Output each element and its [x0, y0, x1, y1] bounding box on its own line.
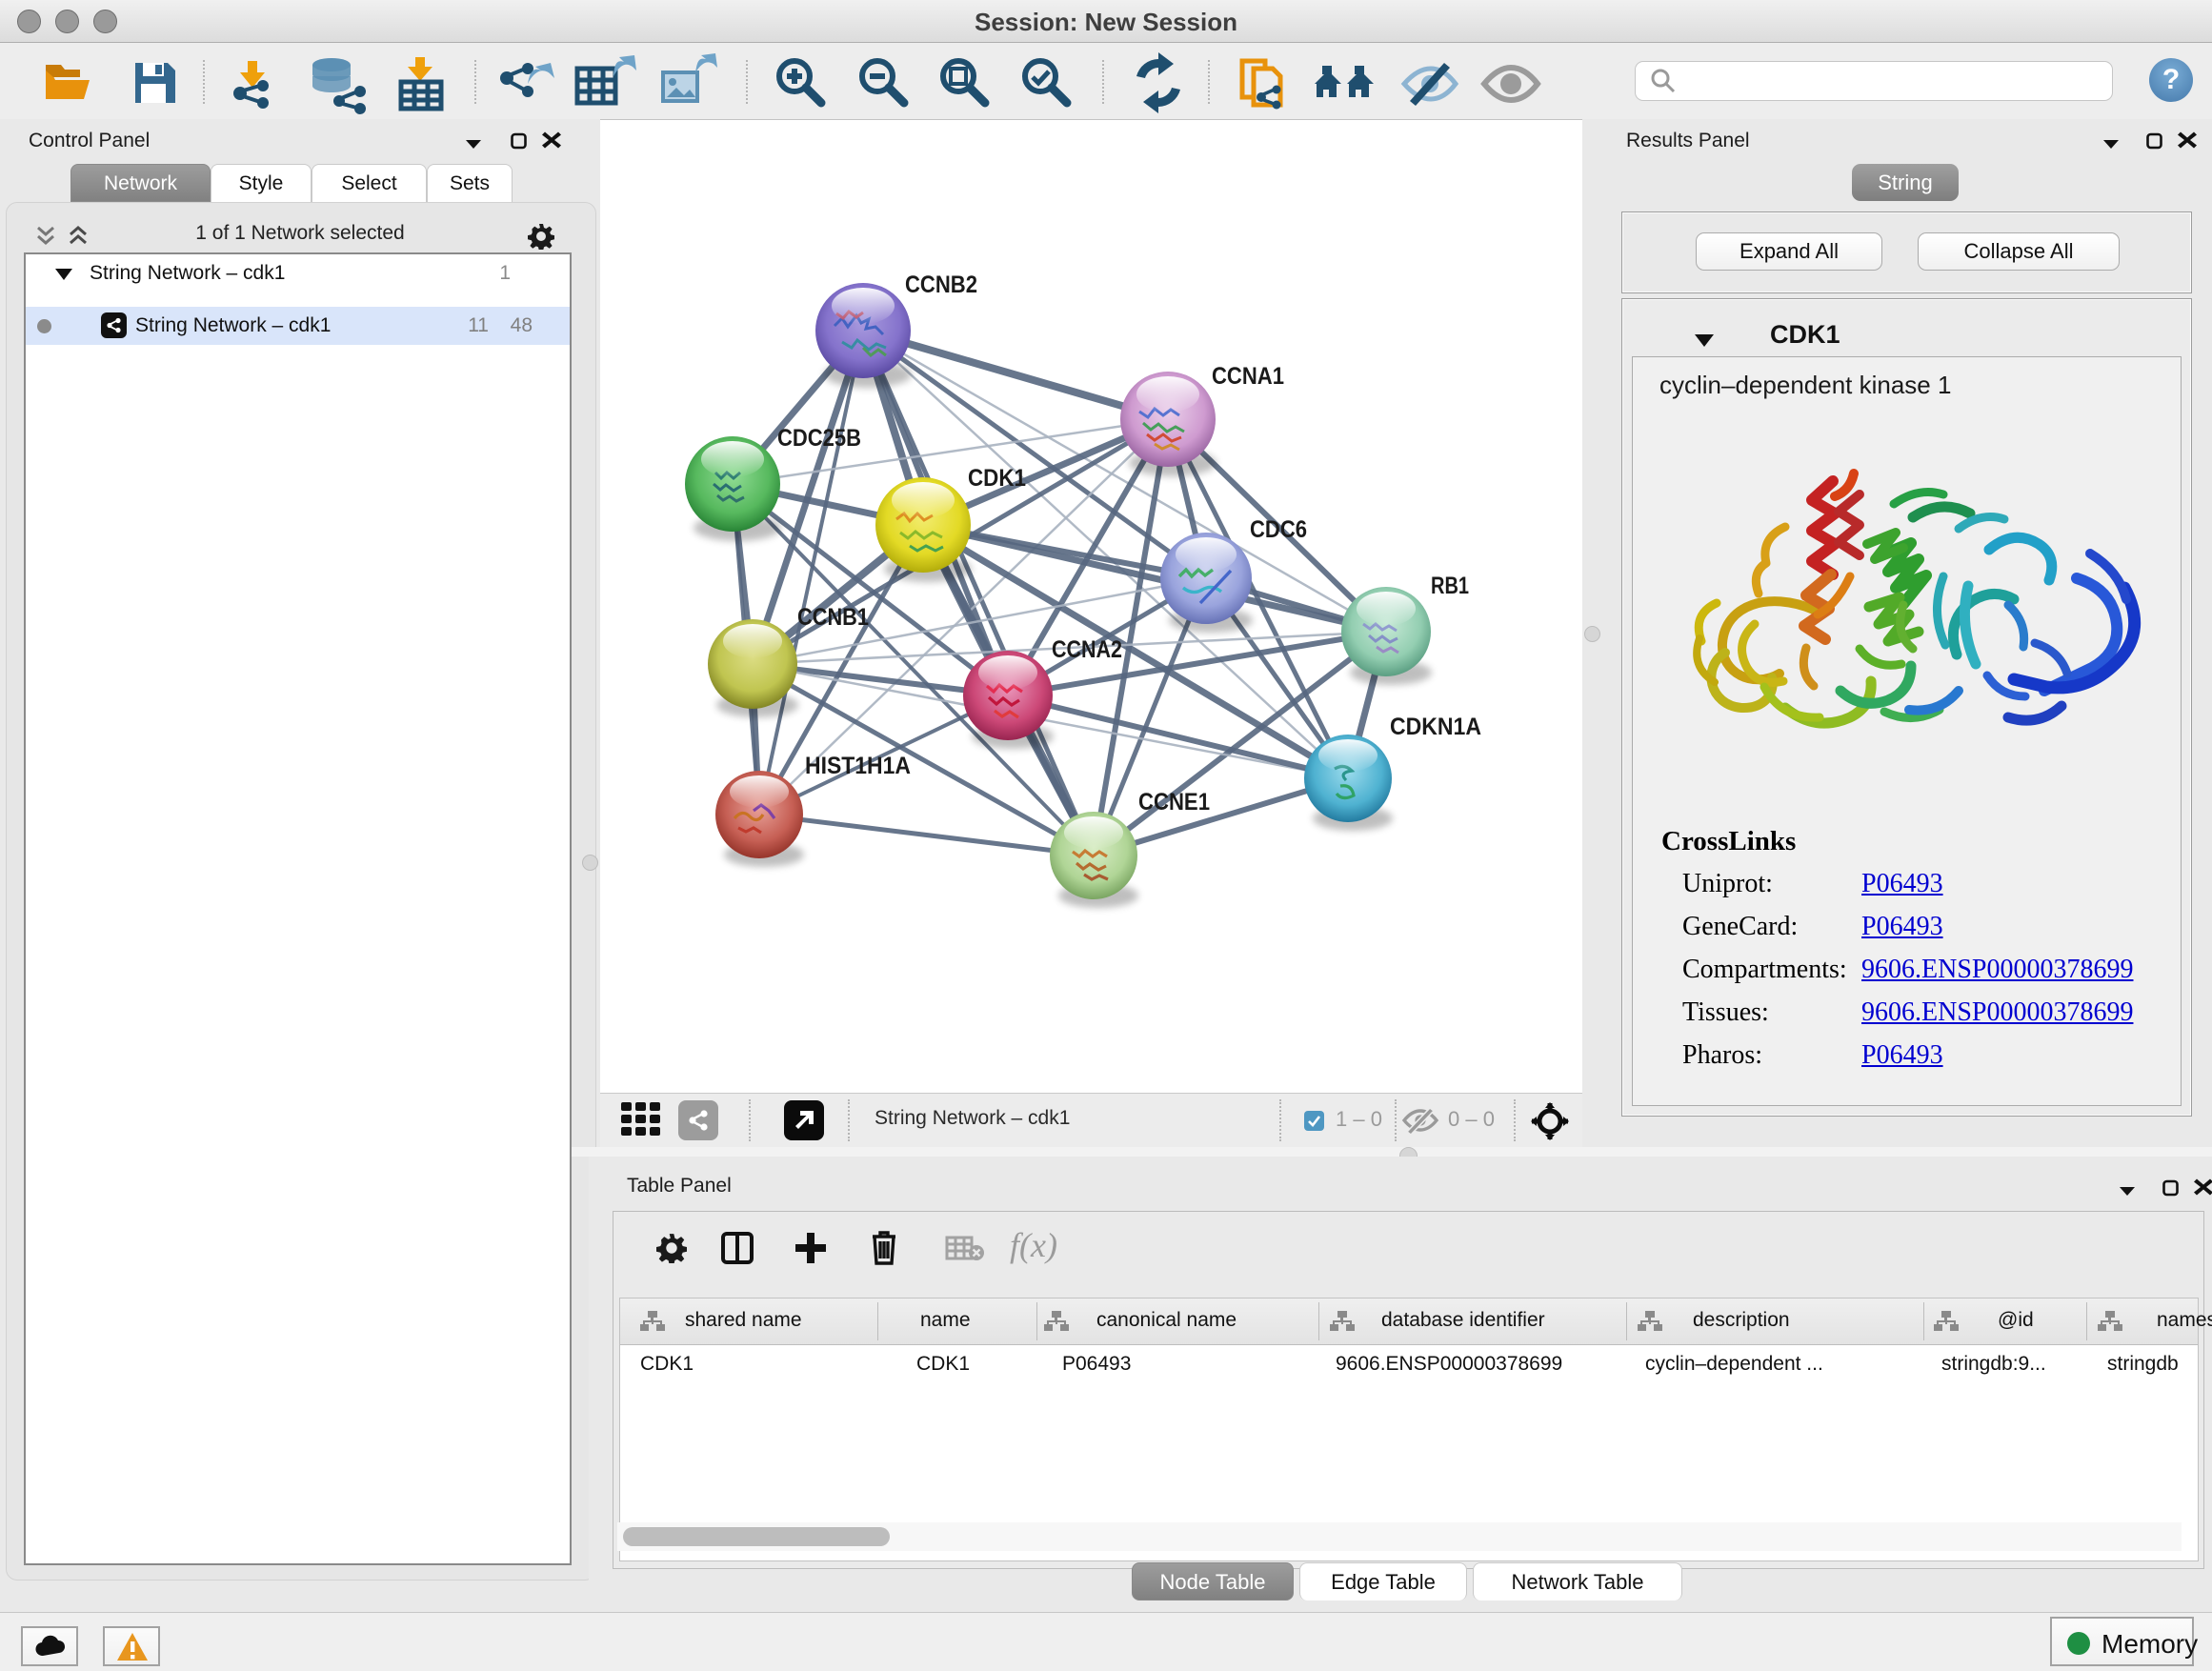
- svg-text:CDC25B: CDC25B: [777, 425, 861, 452]
- svg-text:CCNE1: CCNE1: [1138, 789, 1210, 815]
- svg-text:CCNA2: CCNA2: [1052, 636, 1122, 663]
- svg-text:RB1: RB1: [1431, 573, 1469, 599]
- svg-text:CCNA1: CCNA1: [1212, 363, 1284, 390]
- svg-text:HIST1H1A: HIST1H1A: [805, 753, 911, 779]
- svg-text:CDKN1A: CDKN1A: [1390, 714, 1481, 740]
- svg-text:CDC6: CDC6: [1250, 516, 1307, 543]
- svg-text:CCNB2: CCNB2: [905, 272, 977, 298]
- svg-text:CCNB1: CCNB1: [797, 604, 869, 631]
- svg-text:CDK1: CDK1: [968, 465, 1026, 492]
